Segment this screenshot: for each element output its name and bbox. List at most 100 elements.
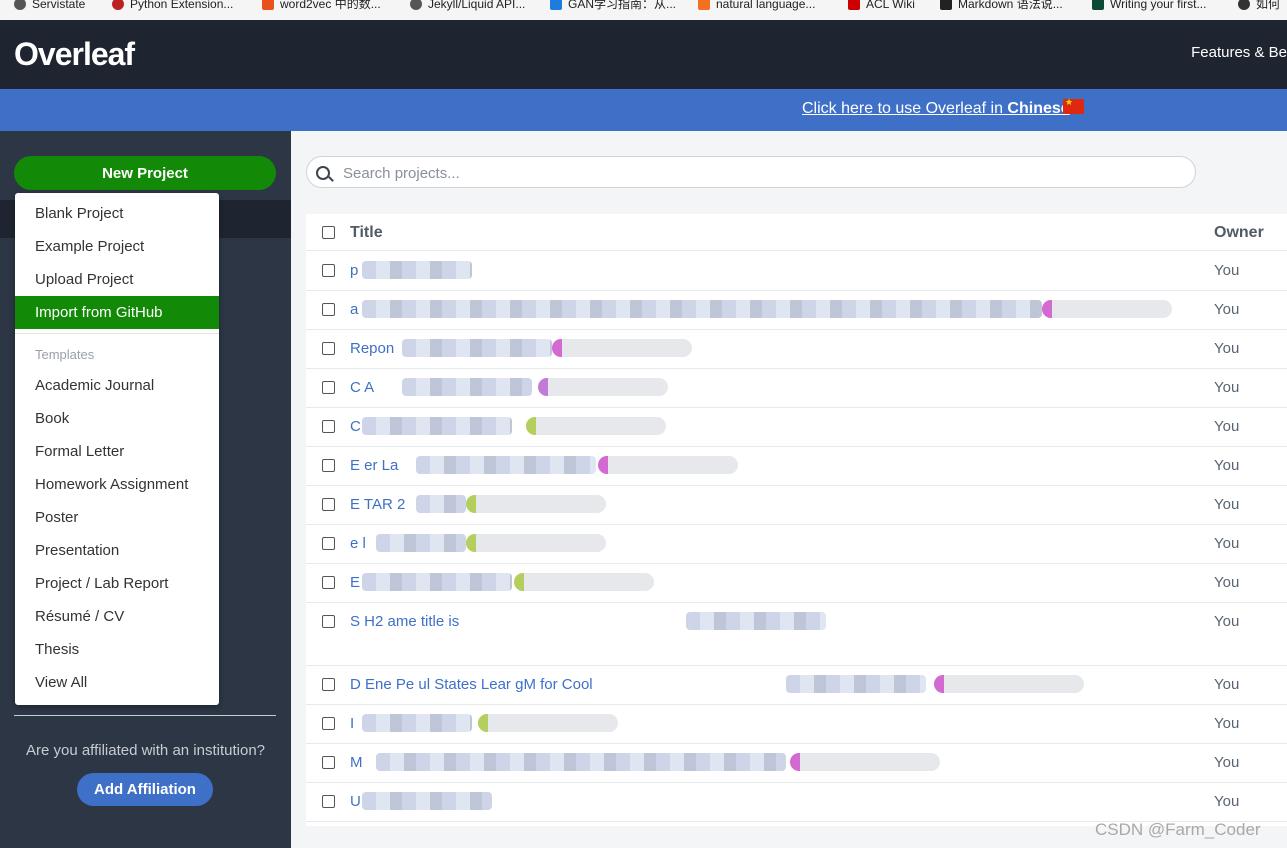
row-checkbox[interactable] bbox=[322, 381, 335, 394]
menu-item-upload-project[interactable]: Upload Project bbox=[15, 263, 219, 296]
project-owner: You bbox=[1214, 715, 1240, 732]
menu-item-template[interactable]: Academic Journal bbox=[15, 369, 219, 402]
table-row[interactable]: M You bbox=[306, 743, 1287, 783]
project-title[interactable]: p bbox=[350, 262, 358, 279]
project-owner: You bbox=[1214, 340, 1240, 357]
menu-item-template[interactable]: Book bbox=[15, 402, 219, 435]
overleaf-logo[interactable]: Overleaf bbox=[14, 36, 135, 73]
redacted-text bbox=[402, 378, 532, 396]
use-chinese-link[interactable]: Click here to use Overleaf in Chinese bbox=[802, 100, 1070, 118]
globe-icon bbox=[410, 0, 422, 10]
search-icon bbox=[316, 166, 330, 180]
table-row[interactable]: C You bbox=[306, 407, 1287, 447]
table-row[interactable]: U You bbox=[306, 782, 1287, 822]
project-title[interactable]: E TAR 2 bbox=[350, 496, 405, 513]
search-input[interactable] bbox=[341, 160, 1175, 186]
project-owner: You bbox=[1214, 574, 1240, 591]
project-owner: You bbox=[1214, 301, 1240, 318]
table-row[interactable]: I You bbox=[306, 704, 1287, 744]
bookmark[interactable]: 如何 bbox=[1238, 0, 1280, 12]
features-link[interactable]: Features & Be bbox=[1191, 44, 1287, 61]
menu-item-view-all[interactable]: View All bbox=[15, 666, 219, 699]
project-title[interactable]: a bbox=[350, 301, 358, 318]
project-tag bbox=[1042, 300, 1172, 318]
bookmark[interactable]: Python Extension... bbox=[112, 0, 233, 12]
row-checkbox[interactable] bbox=[322, 756, 335, 769]
menu-item-template[interactable]: Thesis bbox=[15, 633, 219, 666]
bookmark[interactable]: Servistate bbox=[14, 0, 85, 12]
row-checkbox[interactable] bbox=[322, 615, 335, 628]
menu-item-template[interactable]: Poster bbox=[15, 501, 219, 534]
bookmark[interactable]: Jekyll/Liquid API... bbox=[410, 0, 525, 12]
row-checkbox[interactable] bbox=[322, 303, 335, 316]
row-checkbox[interactable] bbox=[322, 795, 335, 808]
menu-item-template[interactable]: Presentation bbox=[15, 534, 219, 567]
project-title[interactable]: Repon bbox=[350, 340, 394, 357]
menu-item-template[interactable]: Formal Letter bbox=[15, 435, 219, 468]
bookmark[interactable]: GAN学习指南：从... bbox=[550, 0, 676, 12]
bookmark[interactable]: word2vec 中的数... bbox=[262, 0, 381, 12]
row-checkbox[interactable] bbox=[322, 537, 335, 550]
project-title[interactable]: D Ene Pe ul States Lear gM for Cool bbox=[350, 676, 593, 693]
project-title[interactable]: U bbox=[350, 793, 361, 810]
row-checkbox[interactable] bbox=[322, 342, 335, 355]
project-tag bbox=[526, 417, 666, 435]
table-row[interactable]: E er La You bbox=[306, 446, 1287, 486]
new-project-button[interactable]: New Project bbox=[14, 156, 276, 190]
redacted-text bbox=[376, 534, 466, 552]
bookmark[interactable]: Writing your first... bbox=[1092, 0, 1206, 12]
project-title[interactable]: C bbox=[350, 418, 361, 435]
table-row[interactable]: E TAR 2 You bbox=[306, 485, 1287, 525]
row-checkbox[interactable] bbox=[322, 264, 335, 277]
owner-column-header[interactable]: Owner bbox=[1214, 224, 1264, 242]
project-title[interactable]: C A bbox=[350, 379, 374, 396]
project-title[interactable]: S H2 ame title is bbox=[350, 613, 459, 630]
project-title[interactable]: e l bbox=[350, 535, 366, 552]
bookmark-icon bbox=[1238, 0, 1250, 10]
china-flag-icon bbox=[1063, 97, 1084, 114]
markdown-icon bbox=[940, 0, 952, 10]
watermark: CSDN @Farm_Coder bbox=[1095, 820, 1261, 839]
search-bar bbox=[306, 156, 1196, 188]
language-banner: Click here to use Overleaf in Chinese bbox=[0, 89, 1287, 131]
bookmark-icon bbox=[550, 0, 562, 10]
project-title[interactable]: M bbox=[350, 754, 363, 771]
project-title[interactable]: I bbox=[350, 715, 354, 732]
bookmark[interactable]: natural language... bbox=[698, 0, 815, 12]
redacted-text bbox=[376, 753, 786, 771]
bookmark[interactable]: ACL Wiki bbox=[848, 0, 915, 12]
row-checkbox[interactable] bbox=[322, 678, 335, 691]
row-checkbox[interactable] bbox=[322, 459, 335, 472]
row-checkbox[interactable] bbox=[322, 576, 335, 589]
bookmark-icon bbox=[112, 0, 124, 10]
row-checkbox[interactable] bbox=[322, 498, 335, 511]
table-row[interactable]: D Ene Pe ul States Lear gM for Cool You bbox=[306, 665, 1287, 705]
title-column-header[interactable]: Title bbox=[350, 224, 383, 242]
table-row[interactable]: C A You bbox=[306, 368, 1287, 408]
project-title[interactable]: E bbox=[350, 574, 360, 591]
project-owner: You bbox=[1214, 613, 1240, 630]
menu-item-template[interactable]: Project / Lab Report bbox=[15, 567, 219, 600]
bookmark[interactable]: Markdown 语法说... bbox=[940, 0, 1063, 12]
table-row[interactable]: S H2 ame title is You bbox=[306, 602, 1287, 666]
menu-item-template[interactable]: Homework Assignment bbox=[15, 468, 219, 501]
affiliation-question: Are you affiliated with an institution? bbox=[25, 742, 266, 759]
table-row[interactable]: a You bbox=[306, 290, 1287, 330]
table-row[interactable]: p You bbox=[306, 251, 1287, 291]
redacted-text bbox=[362, 792, 492, 810]
menu-item-example-project[interactable]: Example Project bbox=[15, 230, 219, 263]
project-owner: You bbox=[1214, 676, 1240, 693]
select-all-checkbox[interactable] bbox=[322, 226, 335, 239]
menu-item-blank-project[interactable]: Blank Project bbox=[15, 197, 219, 230]
table-row[interactable]: Repon You bbox=[306, 329, 1287, 369]
row-checkbox[interactable] bbox=[322, 420, 335, 433]
bookmark-icon bbox=[262, 0, 274, 10]
project-title[interactable]: E er La bbox=[350, 457, 398, 474]
table-row[interactable]: E You bbox=[306, 563, 1287, 603]
menu-item-template[interactable]: Résumé / CV bbox=[15, 600, 219, 633]
row-checkbox[interactable] bbox=[322, 717, 335, 730]
add-affiliation-button[interactable]: Add Affiliation bbox=[77, 773, 213, 806]
menu-item-import-github[interactable]: Import from GitHub bbox=[15, 296, 219, 329]
sidebar-divider bbox=[14, 715, 276, 716]
table-row[interactable]: e l You bbox=[306, 524, 1287, 564]
